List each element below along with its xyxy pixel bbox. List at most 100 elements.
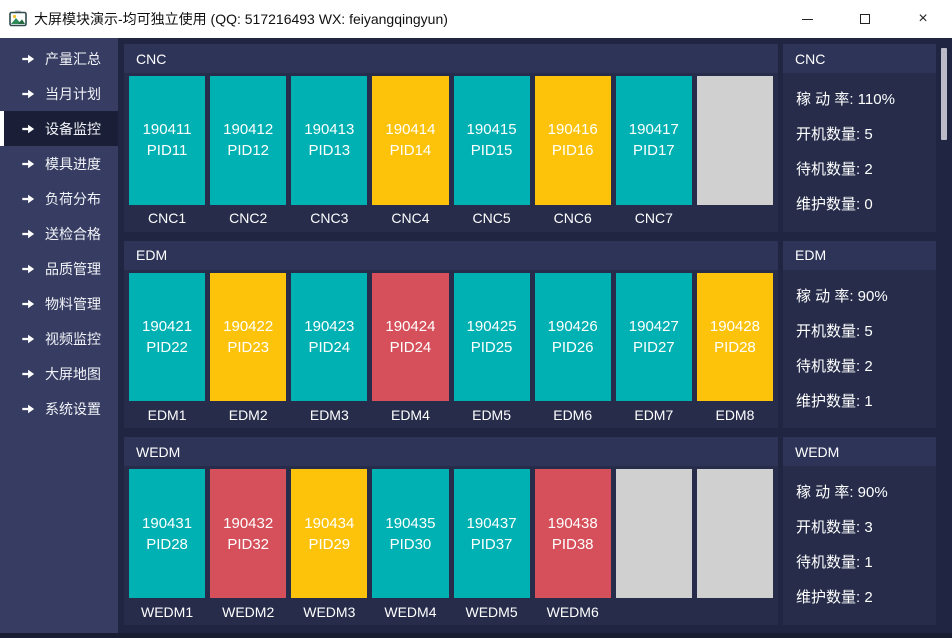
machine-tile[interactable]: 190426PID26: [535, 273, 611, 402]
arrow-right-icon: [21, 157, 35, 171]
machine-label: EDM3: [291, 401, 367, 428]
machine-pid: PID17: [633, 140, 675, 161]
machine-pid: PID24: [390, 337, 432, 358]
machine-tile[interactable]: 190438PID38: [535, 469, 611, 598]
machine-tile[interactable]: 190437PID37: [454, 469, 530, 598]
arrow-right-icon: [21, 192, 35, 206]
vertical-scrollbar[interactable]: [941, 44, 947, 625]
machine-tile[interactable]: 190435PID30: [372, 469, 448, 598]
minimize-button[interactable]: [778, 0, 836, 38]
sidebar-item-label: 系统设置: [45, 399, 101, 419]
machine-id: 190426: [548, 316, 598, 337]
sidebar-item-1[interactable]: 产量汇总: [0, 41, 118, 76]
machine-tile[interactable]: 190412PID12: [210, 76, 286, 205]
arrow-right-icon: [21, 227, 35, 241]
machine-id: 190415: [467, 119, 517, 140]
stat-row: 稼 动 率: 90%: [796, 474, 936, 509]
sidebar-item-10[interactable]: 大屏地图: [0, 356, 118, 391]
scrollbar-thumb[interactable]: [941, 48, 947, 140]
tile-label-row: CNC1CNC2CNC3CNC4CNC5CNC6CNC7: [124, 205, 778, 232]
stat-rows: 稼 动 率: 110%开机数量: 5待机数量: 2维护数量: 0: [783, 73, 936, 221]
stat-row: 待机数量: 2: [796, 348, 936, 383]
arrow-right-icon: [21, 297, 35, 311]
machine-id: 190421: [142, 316, 192, 337]
machine-tile[interactable]: 190425PID25: [454, 273, 530, 402]
stat-row: 开机数量: 3: [796, 509, 936, 544]
machine-tile[interactable]: 190414PID14: [372, 76, 448, 205]
sidebar-item-9[interactable]: 视频监控: [0, 321, 118, 356]
sidebar-item-2[interactable]: 当月计划: [0, 76, 118, 111]
machine-tile[interactable]: 190422PID23: [210, 273, 286, 402]
maximize-icon: [860, 14, 870, 24]
machine-label: CNC6: [535, 205, 611, 232]
machine-pid: PID26: [552, 337, 594, 358]
machine-tile[interactable]: 190415PID15: [454, 76, 530, 205]
machine-id: 190417: [629, 119, 679, 140]
sidebar-item-label: 送检合格: [45, 224, 101, 244]
machine-tile[interactable]: 190428PID28: [697, 273, 773, 402]
close-button[interactable]: ×: [894, 0, 952, 38]
machine-label: EDM1: [129, 401, 205, 428]
stats-panel-cnc: CNC稼 动 率: 110%开机数量: 5待机数量: 2维护数量: 0: [783, 44, 936, 232]
machine-tile[interactable]: 190417PID17: [616, 76, 692, 205]
machine-tile[interactable]: 190432PID32: [210, 469, 286, 598]
sidebar-item-label: 大屏地图: [45, 364, 101, 384]
sidebar-item-7[interactable]: 品质管理: [0, 251, 118, 286]
machine-tile[interactable]: 190411PID11: [129, 76, 205, 205]
tile-row: 190431PID28190432PID32190434PID29190435P…: [124, 466, 778, 598]
sidebar-item-8[interactable]: 物料管理: [0, 286, 118, 321]
machine-label: WEDM2: [210, 598, 286, 625]
sidebar-item-5[interactable]: 负荷分布: [0, 181, 118, 216]
sidebar-item-6[interactable]: 送检合格: [0, 216, 118, 251]
machine-tile[interactable]: [697, 76, 773, 205]
machine-id: 190411: [143, 119, 192, 140]
stat-row: 开机数量: 5: [796, 313, 936, 348]
sidebar-item-3[interactable]: 设备监控: [0, 111, 118, 146]
machine-pid: PID38: [552, 534, 594, 555]
machine-tile[interactable]: 190431PID28: [129, 469, 205, 598]
stat-row: 开机数量: 5: [796, 116, 936, 151]
machine-pid: PID29: [308, 534, 350, 555]
machine-tile[interactable]: [616, 469, 692, 598]
machine-label: WEDM1: [129, 598, 205, 625]
sidebar-item-11[interactable]: 系统设置: [0, 391, 118, 426]
machine-tile[interactable]: 190423PID24: [291, 273, 367, 402]
machine-pid: PID28: [146, 534, 188, 555]
close-icon: ×: [918, 11, 927, 27]
machine-id: 190412: [223, 119, 273, 140]
machine-pid: PID12: [227, 140, 269, 161]
machine-tile[interactable]: 190424PID24: [372, 273, 448, 402]
machine-tile[interactable]: 190427PID27: [616, 273, 692, 402]
machine-panels-column: CNC190411PID11190412PID12190413PID131904…: [124, 44, 778, 625]
machine-label: CNC1: [129, 205, 205, 232]
maximize-button[interactable]: [836, 0, 894, 38]
machine-id: 190416: [548, 119, 598, 140]
arrow-right-icon: [21, 332, 35, 346]
machine-tile[interactable]: 190434PID29: [291, 469, 367, 598]
machine-pid: PID30: [390, 534, 432, 555]
stat-row: 稼 动 率: 110%: [796, 81, 936, 116]
machine-tile[interactable]: 190413PID13: [291, 76, 367, 205]
machine-tile[interactable]: [697, 469, 773, 598]
machine-id: 190432: [223, 513, 273, 534]
machine-tile[interactable]: 190416PID16: [535, 76, 611, 205]
machine-label: [616, 598, 692, 625]
arrow-right-icon: [21, 402, 35, 416]
sidebar-item-4[interactable]: 模具进度: [0, 146, 118, 181]
sidebar-item-label: 模具进度: [45, 154, 101, 174]
machine-pid: PID11: [147, 140, 188, 161]
machine-id: 190425: [467, 316, 517, 337]
machine-label: CNC4: [372, 205, 448, 232]
stat-row: 待机数量: 1: [796, 544, 936, 579]
machine-panel-wedm: WEDM190431PID28190432PID32190434PID29190…: [124, 437, 778, 625]
machine-tile[interactable]: 190421PID22: [129, 273, 205, 402]
stats-column: CNC稼 动 率: 110%开机数量: 5待机数量: 2维护数量: 0EDM稼 …: [783, 44, 936, 625]
machine-id: 190431: [142, 513, 192, 534]
machine-pid: PID23: [227, 337, 269, 358]
machine-pid: PID27: [633, 337, 675, 358]
machine-id: 190413: [304, 119, 354, 140]
machine-pid: PID25: [471, 337, 513, 358]
machine-label: EDM8: [697, 401, 773, 428]
sidebar-item-label: 设备监控: [45, 119, 101, 139]
stat-row: 维护数量: 2: [796, 579, 936, 614]
